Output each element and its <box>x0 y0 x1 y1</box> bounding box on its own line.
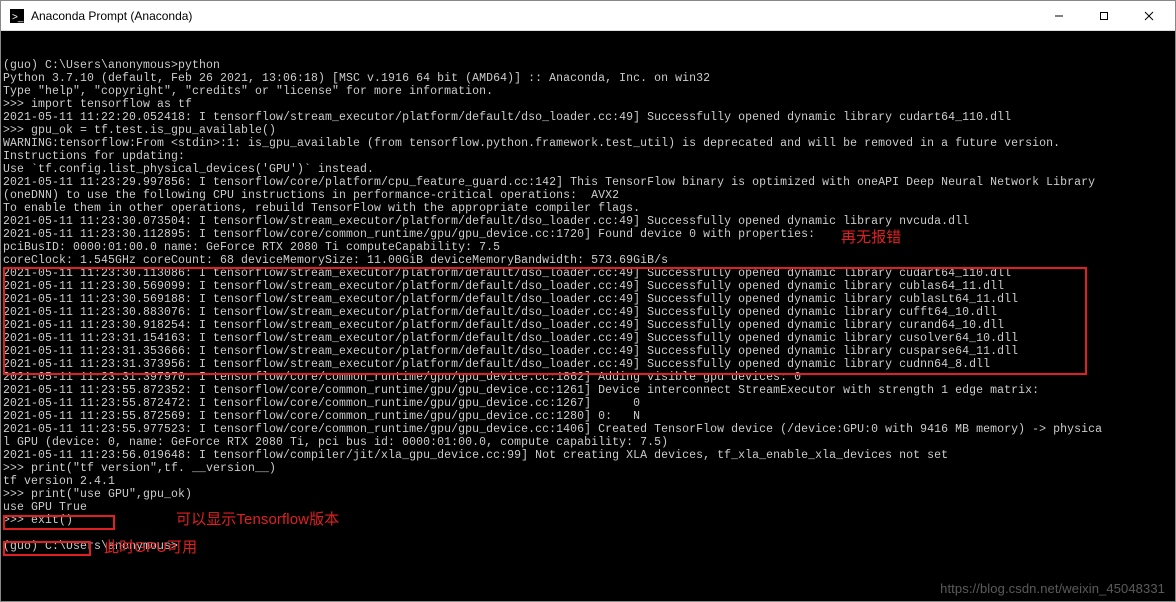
terminal-line: pciBusID: 0000:01:00.0 name: GeForce RTX… <box>3 241 1173 254</box>
terminal-line: 2021-05-11 11:23:29.997856: I tensorflow… <box>3 176 1173 189</box>
terminal-line: >>> exit() <box>3 514 1173 527</box>
terminal-line: 2021-05-11 11:23:56.019648: I tensorflow… <box>3 449 1173 462</box>
terminal-line: 2021-05-11 11:23:30.883076: I tensorflow… <box>3 306 1173 319</box>
terminal-line: coreClock: 1.545GHz coreCount: 68 device… <box>3 254 1173 267</box>
terminal-line: To enable them in other operations, rebu… <box>3 202 1173 215</box>
terminal-line: 2021-05-11 11:23:31.353666: I tensorflow… <box>3 345 1173 358</box>
terminal-line: 2021-05-11 11:23:30.569099: I tensorflow… <box>3 280 1173 293</box>
terminal-line: 2021-05-11 11:23:30.112895: I tensorflow… <box>3 228 1173 241</box>
terminal-line: (guo) C:\Users\anonymous> <box>3 540 1173 553</box>
terminal-line: 2021-05-11 11:23:30.073504: I tensorflow… <box>3 215 1173 228</box>
terminal-line: (guo) C:\Users\anonymous>python <box>3 59 1173 72</box>
terminal-line: 2021-05-11 11:23:31.397970: I tensorflow… <box>3 371 1173 384</box>
terminal-line: (oneDNN) to use the following CPU instru… <box>3 189 1173 202</box>
anaconda-prompt-window: >_ Anaconda Prompt (Anaconda) (guo) C:\U… <box>0 0 1176 602</box>
terminal-line: >>> print("use GPU",gpu_ok) <box>3 488 1173 501</box>
terminal-line: >>> import tensorflow as tf <box>3 98 1173 111</box>
terminal-line: >>> gpu_ok = tf.test.is_gpu_available() <box>3 124 1173 137</box>
terminal-line: >>> print("tf version",tf. __version__) <box>3 462 1173 475</box>
terminal-line <box>3 527 1173 540</box>
terminal-line: use GPU True <box>3 501 1173 514</box>
svg-text:>_: >_ <box>12 12 24 23</box>
terminal-line: 2021-05-11 11:23:30.569188: I tensorflow… <box>3 293 1173 306</box>
maximize-button[interactable] <box>1081 2 1126 30</box>
terminal-line: Instructions for updating: <box>3 150 1173 163</box>
terminal-pane[interactable]: (guo) C:\Users\anonymous>pythonPython 3.… <box>1 31 1175 601</box>
window-title: Anaconda Prompt (Anaconda) <box>31 9 1036 23</box>
terminal-line: 2021-05-11 11:23:31.373956: I tensorflow… <box>3 358 1173 371</box>
terminal-line: 2021-05-11 11:23:55.872569: I tensorflow… <box>3 410 1173 423</box>
close-button[interactable] <box>1126 2 1171 30</box>
minimize-button[interactable] <box>1036 2 1081 30</box>
terminal-line: Use `tf.config.list_physical_devices('GP… <box>3 163 1173 176</box>
terminal-line: l GPU (device: 0, name: GeForce RTX 2080… <box>3 436 1173 449</box>
titlebar[interactable]: >_ Anaconda Prompt (Anaconda) <box>1 1 1175 31</box>
terminal-line: 2021-05-11 11:23:30.918254: I tensorflow… <box>3 319 1173 332</box>
terminal-line: 2021-05-11 11:22:20.052418: I tensorflow… <box>3 111 1173 124</box>
terminal-line: 2021-05-11 11:23:55.872472: I tensorflow… <box>3 397 1173 410</box>
terminal-line: 2021-05-11 11:23:55.977523: I tensorflow… <box>3 423 1173 436</box>
terminal-line: 2021-05-11 11:23:31.154163: I tensorflow… <box>3 332 1173 345</box>
terminal-line: Type "help", "copyright", "credits" or "… <box>3 85 1173 98</box>
terminal-line: Python 3.7.10 (default, Feb 26 2021, 13:… <box>3 72 1173 85</box>
terminal-line: 2021-05-11 11:23:30.113086: I tensorflow… <box>3 267 1173 280</box>
terminal-line: WARNING:tensorflow:From <stdin>:1: is_gp… <box>3 137 1173 150</box>
terminal-line: tf version 2.4.1 <box>3 475 1173 488</box>
terminal-line: 2021-05-11 11:23:55.872352: I tensorflow… <box>3 384 1173 397</box>
watermark-text: https://blog.csdn.net/weixin_45048331 <box>940 582 1165 595</box>
app-icon: >_ <box>9 8 25 24</box>
